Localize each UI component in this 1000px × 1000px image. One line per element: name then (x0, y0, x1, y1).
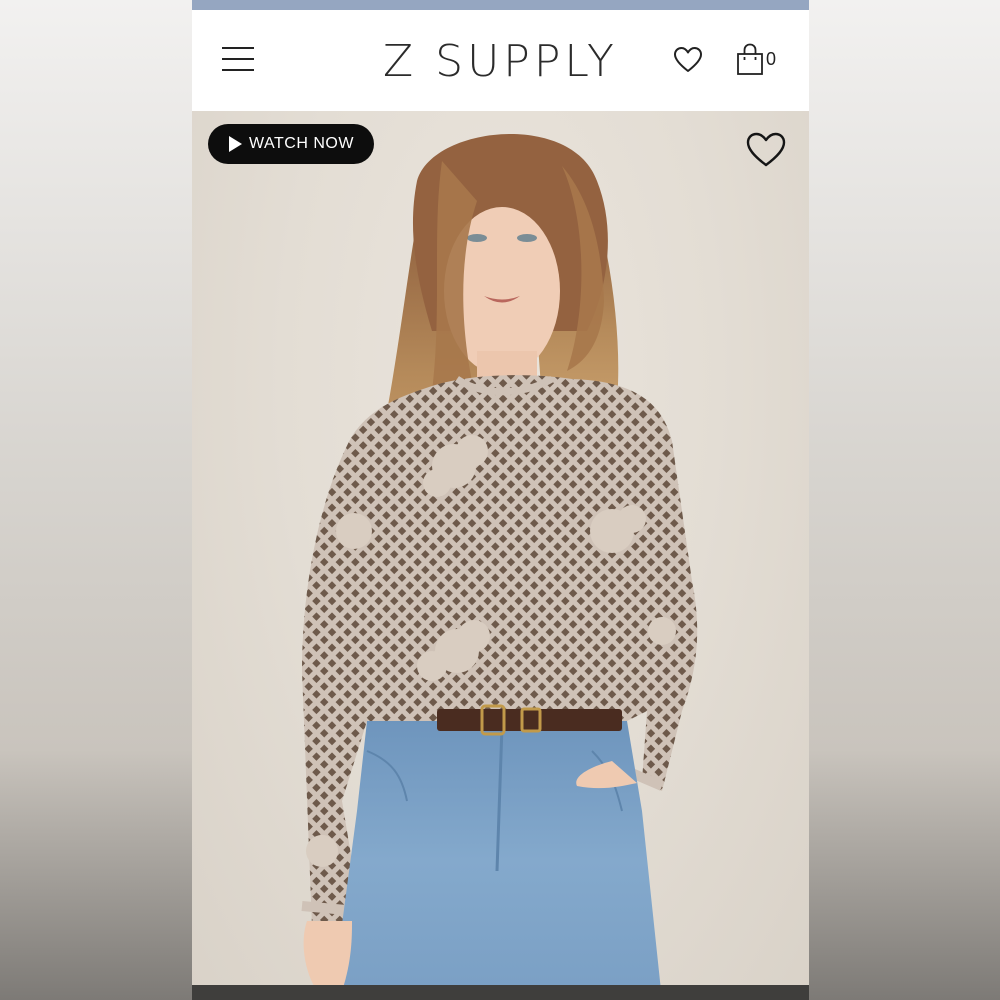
site-header: Z SUPPLY 0 (192, 10, 809, 111)
left-backdrop (0, 0, 192, 1000)
watch-now-label: WATCH NOW (249, 135, 354, 152)
left-hand (303, 921, 352, 991)
favorite-button[interactable] (745, 131, 787, 169)
belt (437, 709, 622, 731)
wishlist-button[interactable] (673, 46, 703, 74)
watch-now-button[interactable]: WATCH NOW (208, 124, 374, 164)
heart-icon (674, 47, 702, 72)
shopping-bag-icon (737, 43, 763, 75)
play-icon (229, 136, 242, 152)
heart-outline-icon (746, 132, 786, 167)
mobile-page: Z SUPPLY 0 WATCH NOW (192, 0, 809, 1000)
site-logo[interactable]: Z SUPPLY (192, 36, 809, 87)
cart-button[interactable] (735, 43, 765, 77)
right-backdrop (809, 0, 1000, 1000)
top-color-bar (192, 0, 809, 10)
cart-count: 0 (766, 49, 777, 69)
model-photo (301, 133, 698, 1000)
hero-product-image[interactable]: WATCH NOW (192, 111, 809, 1000)
bottom-toolbar-edge (192, 985, 809, 1000)
